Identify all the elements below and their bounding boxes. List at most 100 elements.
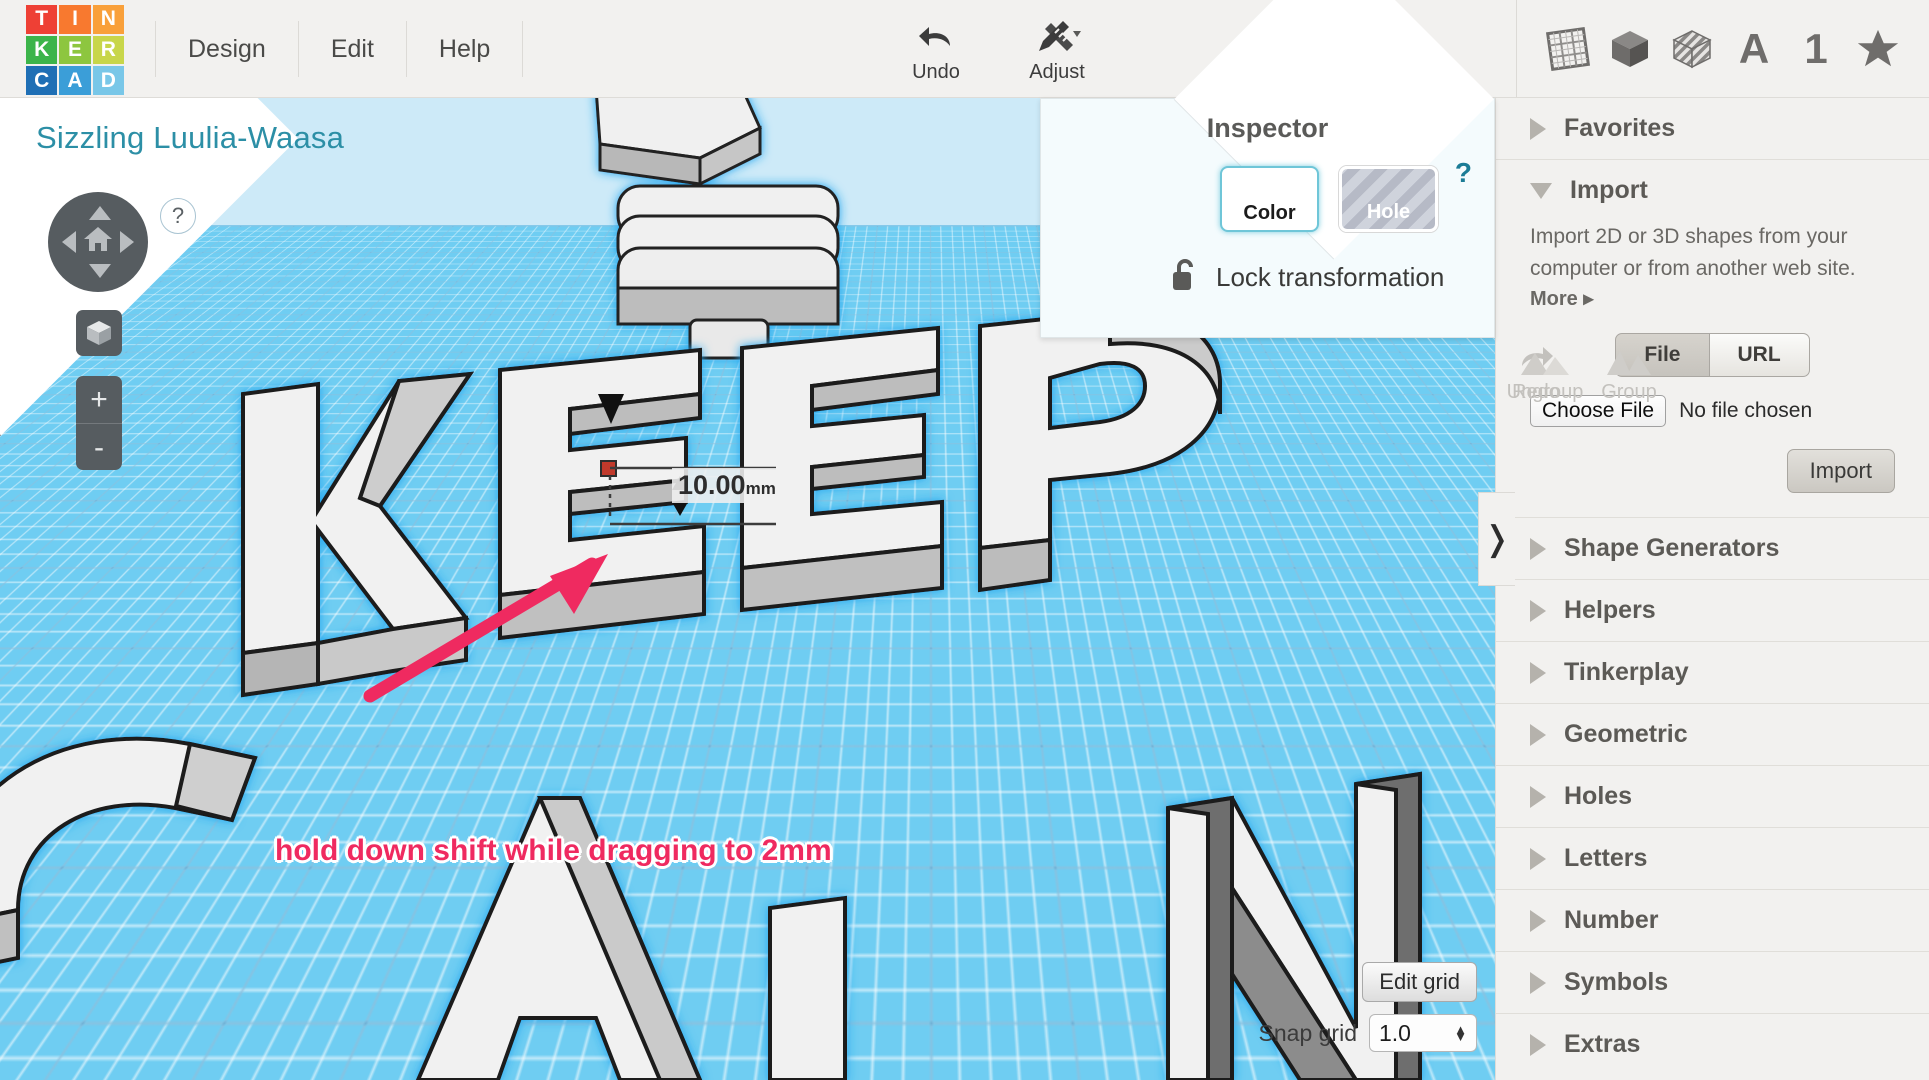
sidebar-label-number: Number bbox=[1564, 906, 1658, 935]
sidebar-item-holes[interactable]: Holes bbox=[1496, 766, 1929, 827]
solid-cube-icon[interactable] bbox=[1601, 14, 1659, 84]
home-icon[interactable] bbox=[83, 225, 113, 259]
shape-top-object bbox=[596, 98, 838, 358]
chevron-right-icon bbox=[1530, 724, 1546, 746]
import-more-link[interactable]: More ▸ bbox=[1530, 286, 1895, 311]
sidebar-section-holes: Holes bbox=[1496, 766, 1929, 828]
sidebar-item-favorites[interactable]: Favorites bbox=[1496, 98, 1929, 159]
lock-transformation-label: Lock transformation bbox=[1216, 262, 1444, 293]
sidebar-section-letters: Letters bbox=[1496, 828, 1929, 890]
sidebar-item-number[interactable]: Number bbox=[1496, 890, 1929, 951]
color-swatch-button[interactable]: Color bbox=[1220, 166, 1319, 232]
snap-grid-value: 1.0 bbox=[1379, 1020, 1411, 1047]
inspector-help-button[interactable]: ? bbox=[1455, 157, 1472, 189]
letter-L bbox=[770, 898, 845, 1080]
sidebar-label-geometric: Geometric bbox=[1564, 720, 1688, 749]
view-navigation-pad[interactable] bbox=[48, 192, 148, 292]
chevron-right-icon bbox=[1530, 538, 1546, 560]
zoom-in-button[interactable]: + bbox=[76, 376, 122, 424]
arrow-right-icon[interactable] bbox=[120, 231, 134, 253]
arrow-up-icon[interactable] bbox=[89, 206, 111, 220]
shape-library-icons: A 1 bbox=[1516, 0, 1907, 97]
sidebar-item-helpers[interactable]: Helpers bbox=[1496, 580, 1929, 641]
snap-grid-label: Snap grid bbox=[1259, 1020, 1357, 1047]
edit-tools: Undo Redo bbox=[880, 0, 1122, 97]
sidebar-section-symbols: Symbols bbox=[1496, 952, 1929, 1014]
logo-tile-a-7: A bbox=[59, 66, 90, 95]
sidebar-label-symbols: Symbols bbox=[1564, 968, 1668, 997]
zoom-controls: + - bbox=[76, 376, 122, 470]
chevron-down-icon bbox=[1530, 183, 1552, 199]
hole-swatch-button[interactable]: Hole bbox=[1339, 166, 1438, 232]
edit-grid-button[interactable]: Edit grid bbox=[1362, 962, 1477, 1002]
sidebar-section-extras: Extras bbox=[1496, 1014, 1929, 1075]
sidebar-label-import: Import bbox=[1570, 176, 1648, 205]
undo-button[interactable]: Undo bbox=[880, 0, 992, 97]
import-description: Import 2D or 3D shapes from your compute… bbox=[1530, 221, 1895, 284]
chevron-right-icon bbox=[1530, 910, 1546, 932]
inspector-panel: Inspector ? Color Hole Lock transformati… bbox=[1040, 98, 1495, 338]
chevron-right-icon bbox=[1530, 972, 1546, 994]
adjust-button[interactable]: Adjust bbox=[992, 0, 1122, 97]
sidebar-item-import[interactable]: Import bbox=[1496, 160, 1929, 221]
sidebar-label-helpers: Helpers bbox=[1564, 596, 1656, 625]
no-file-chosen-label: No file chosen bbox=[1679, 399, 1812, 423]
canvas-help-button[interactable]: ? bbox=[160, 198, 196, 234]
arrow-left-icon[interactable] bbox=[62, 231, 76, 253]
letter-C bbox=[0, 739, 255, 974]
ruler-pencil-icon bbox=[1033, 13, 1081, 57]
annotation-arrow-icon bbox=[360, 548, 650, 708]
menu-item-help[interactable]: Help bbox=[407, 21, 523, 77]
sidebar-item-tinkerplay[interactable]: Tinkerplay bbox=[1496, 642, 1929, 703]
numbers-1-icon[interactable]: 1 bbox=[1787, 14, 1845, 84]
sidebar-collapse-handle[interactable]: ❭ bbox=[1478, 492, 1515, 586]
arrow-down-icon[interactable] bbox=[89, 264, 111, 278]
logo-tile-c-6: C bbox=[26, 66, 57, 95]
tinkercad-logo[interactable]: TINKERCAD bbox=[26, 5, 124, 95]
snap-grid-select[interactable]: 1.0 ▲▼ bbox=[1369, 1014, 1477, 1052]
chevron-right-icon bbox=[1530, 1034, 1546, 1056]
workplane-grid-icon[interactable] bbox=[1539, 14, 1597, 84]
project-title[interactable]: Sizzling Luulia-Waasa bbox=[36, 120, 344, 156]
lock-transformation-row[interactable]: Lock transformation bbox=[1171, 258, 1494, 297]
sidebar-item-extras[interactable]: Extras bbox=[1496, 1014, 1929, 1075]
sidebar-item-symbols[interactable]: Symbols bbox=[1496, 952, 1929, 1013]
menu-item-design[interactable]: Design bbox=[155, 21, 299, 77]
top-toolbar: TINKERCAD Design Edit Help Undo Redo bbox=[0, 0, 1929, 98]
unlocked-padlock-icon[interactable] bbox=[1171, 258, 1199, 297]
logo-tile-e-4: E bbox=[59, 36, 90, 65]
sidebar-label-extras: Extras bbox=[1564, 1030, 1640, 1059]
sidebar-section-number: Number bbox=[1496, 890, 1929, 952]
main-menu: Design Edit Help bbox=[155, 0, 523, 97]
import-button[interactable]: Import bbox=[1787, 449, 1895, 493]
menu-item-edit[interactable]: Edit bbox=[299, 21, 407, 77]
undo-arrow-icon bbox=[916, 13, 956, 57]
stepper-arrows-icon[interactable]: ▲▼ bbox=[1454, 1026, 1467, 1040]
logo-tile-r-5: R bbox=[93, 36, 124, 65]
tab-url[interactable]: URL bbox=[1710, 333, 1810, 377]
view-cube-icon[interactable] bbox=[76, 310, 122, 356]
chevron-right-icon: ❭ bbox=[1483, 519, 1512, 559]
sidebar-item-letters[interactable]: Letters bbox=[1496, 828, 1929, 889]
group-shapes-icon bbox=[1603, 333, 1655, 377]
sidebar-item-geometric[interactable]: Geometric bbox=[1496, 704, 1929, 765]
sidebar-item-shape-generators[interactable]: Shape Generators bbox=[1496, 518, 1929, 579]
dimension-value-box[interactable]: 10.00mm bbox=[672, 468, 782, 503]
sidebar-section-shape-generators: Shape Generators bbox=[1496, 518, 1929, 580]
ungroup-button[interactable]: Ungroup bbox=[1480, 320, 1610, 417]
hole-cube-icon[interactable] bbox=[1663, 14, 1721, 84]
logo-tile-d-8: D bbox=[93, 66, 124, 95]
chevron-right-icon bbox=[1530, 600, 1546, 622]
letters-a-icon[interactable]: A bbox=[1725, 14, 1783, 84]
zoom-out-button[interactable]: - bbox=[76, 424, 122, 470]
annotation-text: hold down shift while dragging to 2mm bbox=[275, 834, 832, 868]
inspector-title: Inspector bbox=[1041, 99, 1494, 144]
chevron-right-icon bbox=[1530, 786, 1546, 808]
sidebar-label-shape-generators: Shape Generators bbox=[1564, 534, 1779, 563]
logo-tile-k-3: K bbox=[26, 36, 57, 65]
favorites-star-icon[interactable] bbox=[1849, 14, 1907, 84]
adjust-label: Adjust bbox=[1029, 61, 1085, 84]
grid-controls: Edit grid Snap grid 1.0 ▲▼ bbox=[1259, 962, 1477, 1052]
chevron-right-icon bbox=[1530, 848, 1546, 870]
chevron-right-icon bbox=[1530, 118, 1546, 140]
